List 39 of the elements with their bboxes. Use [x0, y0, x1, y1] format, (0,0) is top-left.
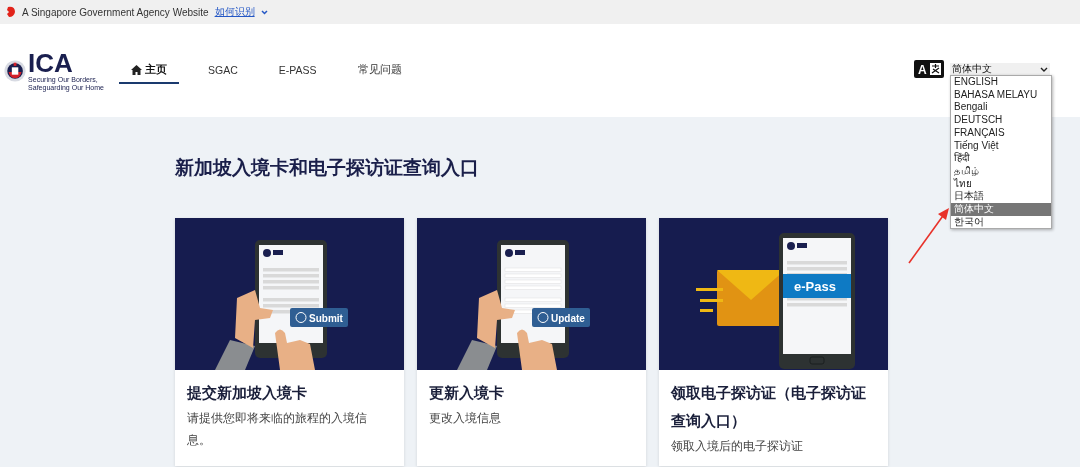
service-card[interactable]: Update 更新入境卡 更改入境信息 — [417, 218, 646, 466]
service-card[interactable]: Submit 提交新加坡入境卡 请提供您即将来临的旅程的入境信息。 — [175, 218, 404, 466]
logo-text: ICA — [28, 49, 73, 76]
language-option[interactable]: हिंदी — [951, 152, 1051, 165]
card-title: 领取电子探访证（电子探访证查询入口） — [671, 383, 867, 431]
nav-tab[interactable]: E-PASS — [266, 57, 329, 84]
language-option[interactable]: 简体中文 — [951, 203, 1051, 216]
page-title: 新加坡入境卡和电子探访证查询入口 — [175, 156, 479, 180]
card-description: 更改入境信息 — [429, 410, 502, 427]
language-option[interactable]: Bengali — [951, 101, 1051, 115]
action-button-drawing — [290, 308, 348, 327]
illustration-label: Submit — [309, 312, 343, 324]
language-option[interactable]: 日本語 — [951, 190, 1051, 204]
service-card[interactable]: e-Pass 领取电子探访证（电子探访证查询入口） 领取入境后的电子探访证 — [659, 218, 888, 466]
language-option[interactable]: Tiếng Việt — [951, 139, 1051, 153]
language-option[interactable]: ENGLISH — [951, 76, 1051, 89]
identify-link[interactable]: 如何识别 — [214, 5, 255, 19]
illustration-label: Update — [551, 312, 585, 324]
card-title: 更新入境卡 — [429, 383, 505, 403]
language-option[interactable]: FRANÇAIS — [951, 126, 1051, 140]
card-description: 领取入境后的电子探访证 — [671, 438, 804, 455]
card-title: 提交新加坡入境卡 — [187, 383, 308, 403]
language-option[interactable]: DEUTSCH — [951, 114, 1051, 127]
language-option[interactable]: BAHASA MELAYU — [951, 88, 1051, 102]
banner-text: A Singapore Government Agency Website — [22, 6, 209, 18]
language-option[interactable]: தமிழ் — [951, 164, 1051, 178]
illustration-label: e-Pass — [794, 279, 836, 294]
language-option[interactable]: 한국어 — [951, 215, 1051, 229]
nav-tab[interactable]: 常见问题 — [345, 57, 414, 84]
card-description: 请提供您即将来临的旅程的入境信息。 — [187, 410, 368, 449]
language-option[interactable]: ไทย — [951, 177, 1051, 191]
chevron-down-icon — [1040, 66, 1048, 72]
action-button-drawing — [532, 308, 590, 327]
language-select[interactable]: 简体中文 — [950, 62, 1050, 76]
nav-tab[interactable]: SGAC — [196, 57, 250, 84]
chevron-down-icon[interactable] — [260, 9, 268, 15]
home-icon — [131, 65, 142, 75]
translate-icon: A — [914, 60, 944, 78]
nav-tab[interactable]: 主页 — [119, 57, 179, 84]
